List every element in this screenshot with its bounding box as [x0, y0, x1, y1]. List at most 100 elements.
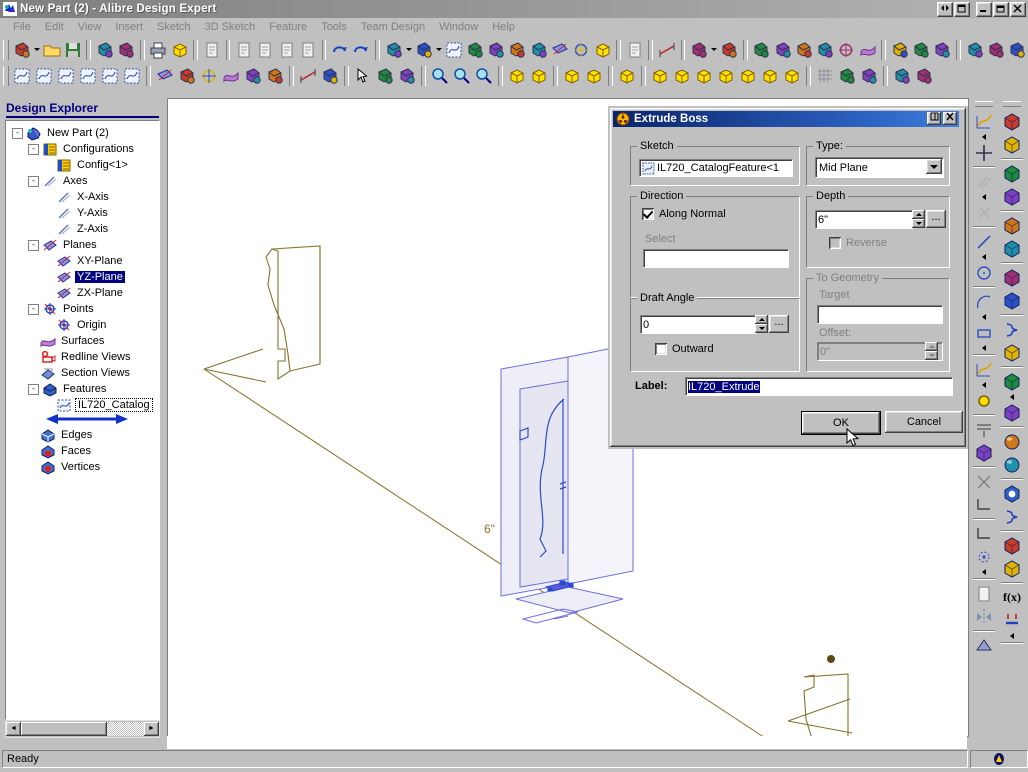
menu-edit[interactable]: Edit — [38, 20, 71, 34]
feature-dome-icon[interactable] — [1000, 453, 1024, 476]
extrude-dropdown-arrow[interactable] — [404, 39, 413, 61]
measure-icon[interactable] — [656, 39, 677, 61]
select-plane-icon[interactable] — [549, 39, 570, 61]
feature-surface-icon[interactable] — [1000, 401, 1024, 424]
draft-icon[interactable] — [985, 39, 1006, 61]
redo-icon[interactable] — [351, 39, 372, 61]
feature-loft-icon[interactable] — [1000, 237, 1024, 260]
render-icon[interactable] — [858, 65, 880, 87]
tree-node-yz-plane[interactable]: YZ-Plane — [6, 269, 159, 285]
tree-expander[interactable]: - — [28, 144, 39, 155]
tree-node-zx-plane[interactable]: ZX-Plane — [6, 285, 159, 301]
sketch-spline-curve-flyout-arrow[interactable] — [972, 381, 996, 389]
toolbar-grip[interactable] — [3, 66, 9, 86]
feature-pattern-icon[interactable] — [1000, 341, 1024, 364]
plane-icon[interactable] — [154, 65, 176, 87]
zoom-fit-icon[interactable] — [473, 65, 495, 87]
select-point-icon[interactable] — [571, 39, 592, 61]
section-view-icon[interactable] — [561, 65, 583, 87]
feature-sweep-icon[interactable] — [1000, 214, 1024, 237]
draft-spinner-down[interactable] — [755, 324, 768, 333]
axis-line-icon[interactable] — [176, 65, 198, 87]
new-part-icon[interactable] — [11, 39, 32, 61]
revolve-dropdown-arrow[interactable] — [434, 39, 443, 61]
grid-icon[interactable] — [814, 65, 836, 87]
menu-view[interactable]: View — [71, 20, 109, 34]
tree-node-redline-views[interactable]: Redline Views — [6, 349, 159, 365]
view-top-icon[interactable] — [693, 65, 715, 87]
sketch-trim-icon[interactable] — [972, 470, 996, 493]
menu-file[interactable]: File — [6, 20, 38, 34]
surface-blob-icon[interactable] — [220, 65, 242, 87]
close-button[interactable] — [1010, 2, 1026, 17]
depth-spinner-down[interactable] — [912, 219, 925, 228]
toolbar-grip[interactable] — [1003, 101, 1021, 107]
sketch-project-icon[interactable] — [972, 634, 996, 657]
tree-node-planes[interactable]: -Planes — [6, 237, 159, 253]
feature-sphere-icon[interactable] — [1000, 430, 1024, 453]
sketch-figure-icon[interactable] — [972, 545, 996, 568]
draft-spinner-up[interactable] — [755, 315, 768, 324]
sketch-line-icon[interactable] — [11, 65, 33, 87]
tree-node-features[interactable]: -Features — [6, 381, 159, 397]
tree-node-config1[interactable]: Config<1> — [6, 157, 159, 173]
revolve-boss-icon[interactable] — [413, 39, 434, 61]
menu-window[interactable]: Window — [432, 20, 485, 34]
tree-node-section-views[interactable]: Section Views — [6, 365, 159, 381]
axis-icon[interactable] — [814, 39, 835, 61]
feature-thread-icon[interactable] — [1000, 505, 1024, 528]
rollback-bar-icon[interactable] — [44, 413, 130, 428]
surface-icon[interactable] — [857, 39, 878, 61]
print-preview-icon[interactable] — [169, 39, 190, 61]
angle-measure-icon[interactable] — [297, 65, 319, 87]
menu-insert[interactable]: Insert — [108, 20, 150, 34]
configurations-icon[interactable] — [242, 65, 264, 87]
feature-revolve-icon[interactable] — [1000, 162, 1024, 185]
tree-node-configurations[interactable]: -Configurations — [6, 141, 159, 157]
depth-spinner-up[interactable] — [912, 210, 925, 219]
view-right-icon[interactable] — [715, 65, 737, 87]
tree-expander[interactable]: - — [12, 128, 23, 139]
sketch-ellipse-icon[interactable] — [33, 65, 55, 87]
menu-feature[interactable]: Feature — [262, 20, 314, 34]
view-front-icon[interactable] — [671, 65, 693, 87]
equation-editor-icon[interactable]: f(x) — [1000, 586, 1024, 609]
explorer-horizontal-scrollbar[interactable]: ◄ ► — [5, 720, 160, 738]
tree-expander[interactable]: - — [28, 304, 39, 315]
sketch-arc-flyout-arrow[interactable] — [972, 313, 996, 321]
depth-ellipsis-button[interactable]: ... — [926, 210, 946, 228]
sketch-dimension-icon[interactable] — [121, 65, 143, 87]
toolbar-grip[interactable] — [975, 101, 993, 107]
depth-spinner[interactable] — [912, 210, 925, 228]
mirror-icon[interactable] — [793, 39, 814, 61]
sketch-chamfer-icon[interactable] — [972, 522, 996, 545]
material-icon[interactable] — [688, 39, 709, 61]
feature-constraint-flyout-arrow[interactable] — [1000, 632, 1024, 640]
sketch-offset-icon[interactable] — [972, 418, 996, 441]
draft-angle-field[interactable]: 0 — [640, 315, 757, 334]
tree-node-xy-plane[interactable]: XY-Plane — [6, 253, 159, 269]
minimize-button[interactable] — [976, 2, 992, 17]
tree-node-y-axis[interactable]: Y-Axis — [6, 205, 159, 221]
tree-node-rollback-bar[interactable] — [6, 413, 159, 427]
reverse-checkbox[interactable]: Reverse — [829, 237, 887, 249]
tree-node-surfaces[interactable]: Surfaces — [6, 333, 159, 349]
dialog-help-button[interactable] — [927, 112, 941, 125]
sketch-corner-icon[interactable] — [972, 493, 996, 516]
menu-help[interactable]: Help — [485, 20, 522, 34]
sketch-line-tool-flyout-arrow[interactable] — [972, 253, 996, 261]
tree-node-origin[interactable]: Origin — [6, 317, 159, 333]
tree-expander[interactable]: - — [28, 240, 39, 251]
design-explorer-tree[interactable]: -New Part (2)-ConfigurationsConfig<1>-Ax… — [5, 120, 160, 720]
sweep-icon[interactable] — [911, 39, 932, 61]
sketch-spline-flyout-arrow[interactable] — [972, 133, 996, 141]
sketch-point-cross-icon[interactable] — [972, 141, 996, 164]
mdi-minimize-button[interactable] — [954, 2, 970, 17]
select-arrow-icon[interactable] — [352, 65, 374, 87]
rotate-icon[interactable] — [396, 65, 418, 87]
pan-icon[interactable] — [374, 65, 396, 87]
zoom-window-icon[interactable] — [451, 65, 473, 87]
sketch-parallel-flyout-arrow[interactable] — [972, 193, 996, 201]
outward-checkbox[interactable]: Outward — [655, 343, 714, 355]
select-face-icon[interactable] — [507, 39, 528, 61]
